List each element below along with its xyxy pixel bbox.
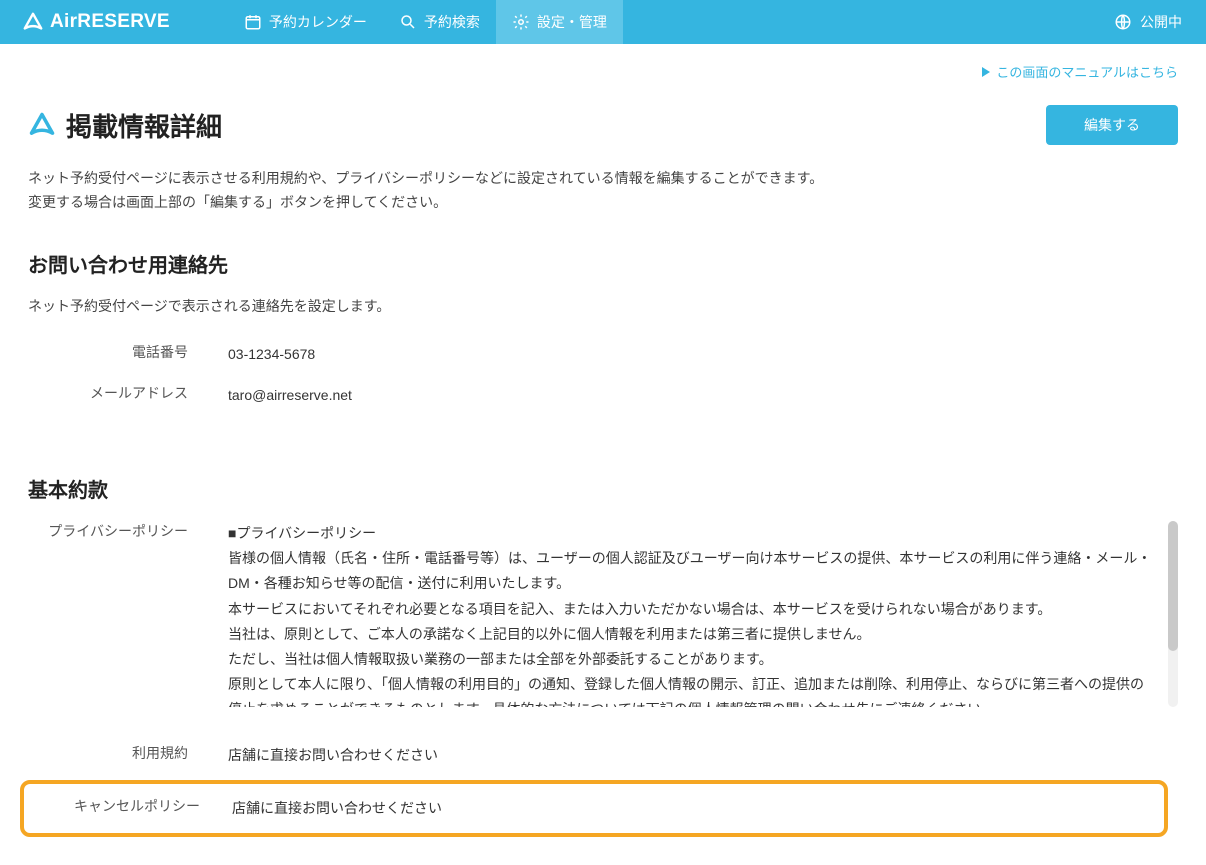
contact-heading: お問い合わせ用連絡先 bbox=[28, 249, 1178, 278]
desc-line2: 変更する場合は画面上部の「編集する」ボタンを押してください。 bbox=[28, 191, 1178, 215]
desc-line1: ネット予約受付ページに表示させる利用規約や、プライバシーポリシーなどに設定されて… bbox=[28, 167, 1178, 191]
manual-link-label: この画面のマニュアルはこちら bbox=[996, 62, 1178, 81]
logo[interactable]: AirRESERVE bbox=[0, 0, 188, 44]
scrollbar-thumb[interactable] bbox=[1168, 521, 1178, 651]
privacy-label: プライバシーポリシー bbox=[28, 521, 228, 541]
email-value: taro@airreserve.net bbox=[228, 383, 358, 408]
manual-bar: この画面のマニュアルはこちら bbox=[0, 44, 1206, 81]
page-description: ネット予約受付ページに表示させる利用規約や、プライバシーポリシーなどに設定されて… bbox=[28, 167, 1178, 215]
publish-status[interactable]: 公開中 bbox=[1090, 0, 1206, 44]
contact-description: ネット予約受付ページで表示される連絡先を設定します。 bbox=[28, 296, 1178, 316]
title-left: 掲載情報詳細 bbox=[28, 107, 222, 144]
email-label: メールアドレス bbox=[28, 383, 228, 403]
calendar-icon bbox=[244, 13, 262, 31]
nav-calendar-label: 予約カレンダー bbox=[269, 12, 367, 32]
title-row: 掲載情報詳細 編集する bbox=[28, 105, 1178, 145]
cancel-label: キャンセルポリシー bbox=[24, 796, 232, 816]
tos-value: 店舗に直接お問い合わせください bbox=[228, 743, 444, 768]
triangle-icon bbox=[982, 67, 990, 77]
logo-text: AirRESERVE bbox=[50, 11, 170, 33]
nav-search-label: 予約検索 bbox=[424, 12, 480, 32]
logo-icon bbox=[22, 11, 44, 33]
nav-search[interactable]: 予約検索 bbox=[383, 0, 496, 44]
cancel-value: 店舗に直接お問い合わせください bbox=[232, 796, 448, 821]
nav-settings[interactable]: 設定・管理 bbox=[496, 0, 623, 44]
privacy-value: ■プライバシーポリシー 皆様の個人情報（氏名・住所・電話番号等）は、ユーザーの個… bbox=[228, 521, 1164, 707]
nav-calendar[interactable]: 予約カレンダー bbox=[228, 0, 383, 44]
title-icon bbox=[28, 111, 56, 139]
nav-settings-label: 設定・管理 bbox=[537, 12, 607, 32]
privacy-row: プライバシーポリシー ■プライバシーポリシー 皆様の個人情報（氏名・住所・電話番… bbox=[28, 521, 1178, 707]
tos-row: 利用規約 店舗に直接お問い合わせください bbox=[28, 735, 1178, 776]
privacy-scroll: ■プライバシーポリシー 皆様の個人情報（氏名・住所・電話番号等）は、ユーザーの個… bbox=[228, 521, 1164, 707]
app-header: AirRESERVE 予約カレンダー 予約検索 設定・管理 公開中 bbox=[0, 0, 1206, 44]
cancel-row: キャンセルポリシー 店舗に直接お問い合わせください bbox=[24, 788, 1164, 829]
publish-status-label: 公開中 bbox=[1140, 12, 1182, 32]
page-title: 掲載情報詳細 bbox=[66, 107, 222, 144]
phone-row: 電話番号 03-1234-5678 bbox=[28, 334, 1178, 375]
gear-icon bbox=[512, 13, 530, 31]
manual-link[interactable]: この画面のマニュアルはこちら bbox=[982, 62, 1178, 81]
page-content: 掲載情報詳細 編集する ネット予約受付ページに表示させる利用規約や、プライバシー… bbox=[0, 81, 1206, 865]
main-nav: 予約カレンダー 予約検索 設定・管理 bbox=[228, 0, 623, 44]
terms-heading: 基本約款 bbox=[28, 474, 1178, 503]
tos-label: 利用規約 bbox=[28, 743, 228, 763]
phone-value: 03-1234-5678 bbox=[228, 342, 321, 367]
cancel-policy-highlight: キャンセルポリシー 店舗に直接お問い合わせください bbox=[20, 780, 1168, 837]
edit-button[interactable]: 編集する bbox=[1046, 105, 1178, 145]
phone-label: 電話番号 bbox=[28, 342, 228, 362]
email-row: メールアドレス taro@airreserve.net bbox=[28, 375, 1178, 416]
privacy-scrollbar[interactable] bbox=[1168, 521, 1178, 707]
globe-icon bbox=[1114, 13, 1132, 31]
search-icon bbox=[399, 13, 417, 31]
